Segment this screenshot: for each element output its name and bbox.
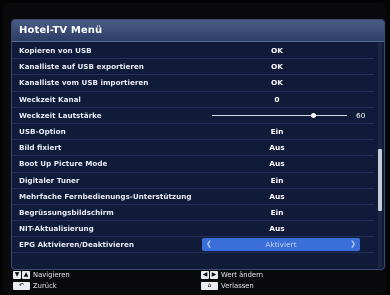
volume-slider-knob[interactable] xyxy=(310,112,316,118)
menu-item-label: Boot Up Picture Mode xyxy=(19,159,108,169)
left-arrow-key-icon: ◀ xyxy=(201,271,209,279)
menu-item-label: Weckzeit Kanal xyxy=(19,94,81,104)
menu-item-label: Begrüssungsbildschirm xyxy=(19,207,114,217)
menu-title: Hotel-TV Menü xyxy=(12,20,384,42)
right-arrow-key-icon: ▶ xyxy=(210,271,218,279)
menu-item-label: USB-Option xyxy=(19,126,66,136)
volume-slider-value: 60 xyxy=(356,110,366,120)
menu-item-value: Ein xyxy=(270,207,284,217)
menu-item-kanalliste-import[interactable]: Kanalliste vom USB importieren OK xyxy=(12,75,374,92)
menu-item-epg-aktivieren[interactable]: EPG Aktivieren/Deaktivieren ❮ Aktiviert … xyxy=(12,237,374,254)
scrollbar-thumb[interactable] xyxy=(378,149,382,211)
menu-item-bild-fixiert[interactable]: Bild fixiert Aus xyxy=(12,140,374,157)
menu-item-label: Kanalliste auf USB exportieren xyxy=(19,62,144,72)
menu-item-value: 0 xyxy=(274,94,280,104)
menu-item-label: Kanalliste vom USB importieren xyxy=(19,78,149,88)
menu-item-weckzeit-kanal[interactable]: Weckzeit Kanal 0 xyxy=(12,92,374,108)
menu-item-value: Aus xyxy=(269,224,285,234)
chevron-right-icon[interactable]: ❯ xyxy=(350,238,356,251)
menu-item-value: Aus xyxy=(269,159,285,169)
volume-slider-track[interactable] xyxy=(212,114,347,116)
up-arrow-key-icon: ▲ xyxy=(22,271,30,279)
menu-item-value: OK xyxy=(270,78,283,88)
menu-item-value: Ein xyxy=(270,175,284,185)
hint-navigate: Navigieren xyxy=(33,271,70,279)
scrollbar[interactable] xyxy=(378,43,382,268)
menu-item-usb-option[interactable]: USB-Option Ein xyxy=(12,124,374,141)
menu-item-label: Digitaler Tuner xyxy=(19,175,80,185)
value-selector[interactable]: ❮ Aktiviert ❯ xyxy=(202,238,360,252)
menu-item-value: Aus xyxy=(269,191,285,201)
hint-exit: Verlassen xyxy=(221,282,254,290)
back-arrow-icon: ↶ xyxy=(13,282,30,290)
menu-item-label: EPG Aktivieren/Deaktivieren xyxy=(19,240,134,250)
tv-screen: Hotel-TV Menü Kopieren von USB OK Kanall… xyxy=(3,3,386,294)
menu-item-value: Aus xyxy=(269,143,285,153)
menu-item-value: OK xyxy=(270,46,283,55)
menu-item-weckzeit-lautstaerke[interactable]: Weckzeit Lautstärke 60 xyxy=(12,108,374,124)
menu-item-boot-up-picture-mode[interactable]: Boot Up Picture Mode Aus xyxy=(12,156,374,173)
menu-item-label: Mehrfache Fernbedienungs-Unterstützung xyxy=(19,191,192,201)
menu-item-label: NIT-Aktualisierung xyxy=(19,224,94,234)
menu-item-value: Ein xyxy=(270,126,284,136)
menu-item-begruessungsbildschirm[interactable]: Begrüssungsbildschirm Ein xyxy=(12,205,374,222)
menu-item-label: Kopieren von USB xyxy=(19,46,92,55)
hint-back: Zurück xyxy=(33,282,57,290)
menu-item-label: Weckzeit Lautstärke xyxy=(19,110,102,120)
menu-item-digitaler-tuner[interactable]: Digitaler Tuner Ein xyxy=(12,173,374,189)
menu-item-value: OK xyxy=(270,62,283,72)
hint-change-value: Wert ändern xyxy=(221,271,264,279)
key-hints-footer: ▼ ▲ Navigieren ↶ Zurück ◀ ▶ Wert ändern … xyxy=(11,271,385,293)
menu-item-nit-aktualisierung[interactable]: NIT-Aktualisierung Aus xyxy=(12,221,374,238)
menu-item-mehrfache-fernbedienung[interactable]: Mehrfache Fernbedienungs-Unterstützung A… xyxy=(12,189,374,205)
menu-item-kanalliste-export[interactable]: Kanalliste auf USB exportieren OK xyxy=(12,59,374,76)
hotel-tv-menu: Hotel-TV Menü Kopieren von USB OK Kanall… xyxy=(11,19,385,270)
menu-list: Kopieren von USB OK Kanalliste auf USB e… xyxy=(12,43,374,254)
menu-item-label: Bild fixiert xyxy=(19,143,62,153)
home-icon: ⌂ xyxy=(201,282,218,290)
selected-value: Aktiviert xyxy=(265,240,297,250)
menu-item-kopieren-von-usb[interactable]: Kopieren von USB OK xyxy=(12,43,374,60)
down-arrow-key-icon: ▼ xyxy=(13,271,21,279)
